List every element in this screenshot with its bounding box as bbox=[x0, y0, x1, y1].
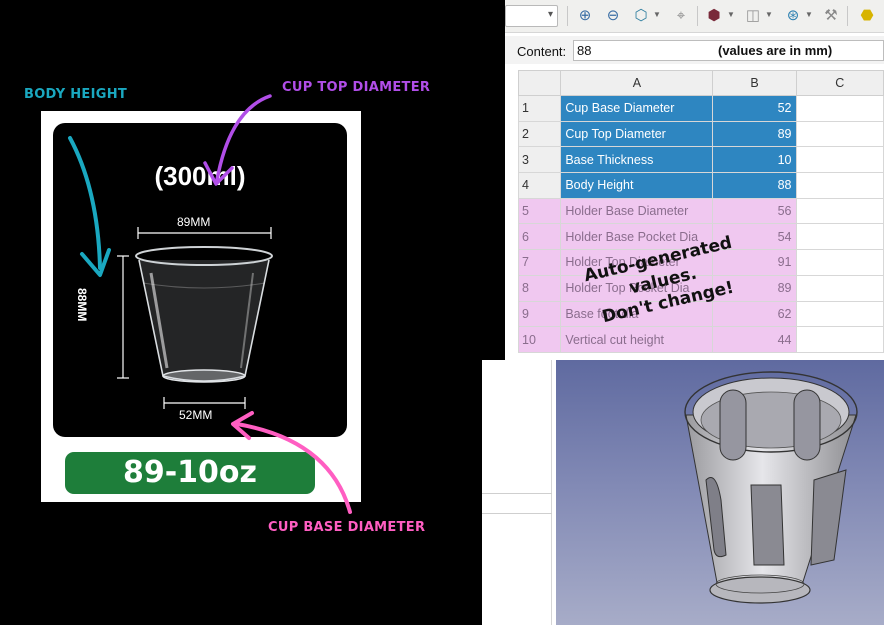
cell-empty[interactable] bbox=[795, 223, 884, 251]
cell-value[interactable]: 62 bbox=[712, 300, 797, 328]
cell-value[interactable]: 10 bbox=[712, 146, 797, 174]
chevron-down-icon[interactable]: ▼ bbox=[727, 10, 735, 19]
cell-value[interactable]: 56 bbox=[712, 197, 797, 225]
cell-empty[interactable] bbox=[795, 120, 884, 148]
toolbar-separator bbox=[697, 6, 698, 26]
cell-value[interactable]: 44 bbox=[712, 326, 797, 353]
measure-icon[interactable]: ⌖ bbox=[671, 6, 691, 26]
cell-empty[interactable] bbox=[795, 172, 884, 199]
row-header[interactable]: 8 bbox=[517, 274, 562, 302]
wrench-icon[interactable]: ⚒ bbox=[821, 6, 841, 26]
cell-empty[interactable] bbox=[795, 146, 884, 174]
toolbar-separator bbox=[847, 6, 848, 26]
bounding-box-icon[interactable]: ⬢ bbox=[704, 6, 724, 26]
row-header[interactable]: 4 bbox=[517, 172, 562, 199]
chevron-down-icon[interactable]: ▼ bbox=[765, 10, 773, 19]
part-icon[interactable]: ⬣ bbox=[857, 6, 877, 26]
cell-name[interactable]: Body Height bbox=[560, 172, 714, 199]
cell-name[interactable]: Cup Base Diameter bbox=[560, 95, 714, 122]
cell-name[interactable]: Base Thickness bbox=[560, 146, 714, 174]
cell-empty[interactable] bbox=[795, 274, 884, 302]
cell-empty[interactable] bbox=[795, 197, 884, 225]
content-label: Content: bbox=[517, 44, 567, 59]
cell-name[interactable]: Cup Top Diameter bbox=[560, 120, 714, 148]
row-header[interactable]: 2 bbox=[517, 120, 562, 148]
zoom-out-icon[interactable]: ⊖ bbox=[603, 6, 623, 26]
cell-value[interactable]: 89 bbox=[712, 120, 797, 148]
zoom-in-icon[interactable]: ⊕ bbox=[575, 6, 595, 26]
cell-empty[interactable] bbox=[795, 300, 884, 328]
cup-top-arrow bbox=[215, 94, 272, 182]
cell-name[interactable]: Holder Base Diameter bbox=[560, 197, 714, 225]
body-height-arrow bbox=[68, 136, 102, 270]
units-note: (values are in mm) bbox=[718, 43, 833, 58]
chevron-down-icon: ▾ bbox=[547, 9, 553, 20]
table-row: 2 Cup Top Diameter 89 bbox=[517, 120, 884, 148]
content-input[interactable]: 88 (values are in mm) bbox=[573, 40, 884, 61]
zoom-select-icon[interactable]: ⊛ bbox=[783, 6, 803, 26]
column-header-row: A B C bbox=[517, 70, 884, 96]
spreadsheet-grid: A B C 1 Cup Base Diameter 52 2 Cup Top D… bbox=[517, 70, 884, 353]
infographic-panel: BODY HEIGHT CUP TOP DIAMETER CUP BASE DI… bbox=[0, 0, 482, 625]
cell-empty[interactable] bbox=[795, 326, 884, 353]
cup-holder-model bbox=[684, 371, 858, 604]
workbench-combo[interactable]: ▾ bbox=[505, 5, 558, 27]
toolbar: ▾ ⊕ ⊖ ⬡ ▼ ⌖ ⬢ ▼ ◫ ▼ ⊛ ▼ ⚒ ⬣ bbox=[505, 0, 884, 33]
row-header[interactable]: 1 bbox=[517, 95, 562, 122]
chevron-down-icon[interactable]: ▼ bbox=[805, 10, 813, 19]
divider bbox=[482, 513, 552, 514]
chevron-down-icon[interactable]: ▼ bbox=[653, 10, 661, 19]
table-row: 5 Holder Base Diameter 56 bbox=[517, 197, 884, 225]
row-header[interactable]: 10 bbox=[517, 326, 562, 353]
wireframe-cube-icon[interactable]: ◫ bbox=[743, 6, 763, 26]
side-panel-fragment bbox=[482, 360, 556, 625]
row-header[interactable]: 3 bbox=[517, 146, 562, 174]
divider bbox=[482, 493, 552, 494]
3d-viewport[interactable] bbox=[556, 360, 884, 625]
table-row: 4 Body Height 88 bbox=[517, 172, 884, 199]
column-header-a[interactable]: A bbox=[560, 70, 714, 96]
content-bar: Content: 88 (values are in mm) bbox=[505, 36, 884, 64]
content-value: 88 bbox=[577, 43, 592, 58]
column-header-c[interactable]: C bbox=[795, 70, 884, 96]
cell-value[interactable]: 88 bbox=[712, 172, 797, 199]
column-header-b[interactable]: B bbox=[712, 70, 797, 96]
table-row: 1 Cup Base Diameter 52 bbox=[517, 95, 884, 122]
callout-arrows bbox=[68, 94, 352, 514]
cell-empty[interactable] bbox=[795, 249, 884, 276]
table-row: 10 Vertical cut height 44 bbox=[517, 326, 884, 353]
view-cube-icon[interactable]: ⬡ bbox=[631, 6, 651, 26]
cell-empty[interactable] bbox=[795, 95, 884, 122]
row-header[interactable]: 5 bbox=[517, 197, 562, 225]
row-header[interactable]: 7 bbox=[517, 249, 562, 276]
cell-value[interactable]: 52 bbox=[712, 95, 797, 122]
cup-base-arrow bbox=[235, 422, 352, 514]
row-header[interactable]: 9 bbox=[517, 300, 562, 328]
cell-name[interactable]: Vertical cut height bbox=[560, 326, 714, 353]
corner-cell[interactable] bbox=[517, 70, 562, 96]
table-row: 3 Base Thickness 10 bbox=[517, 146, 884, 174]
row-header[interactable]: 6 bbox=[517, 223, 562, 251]
toolbar-separator bbox=[567, 6, 568, 26]
